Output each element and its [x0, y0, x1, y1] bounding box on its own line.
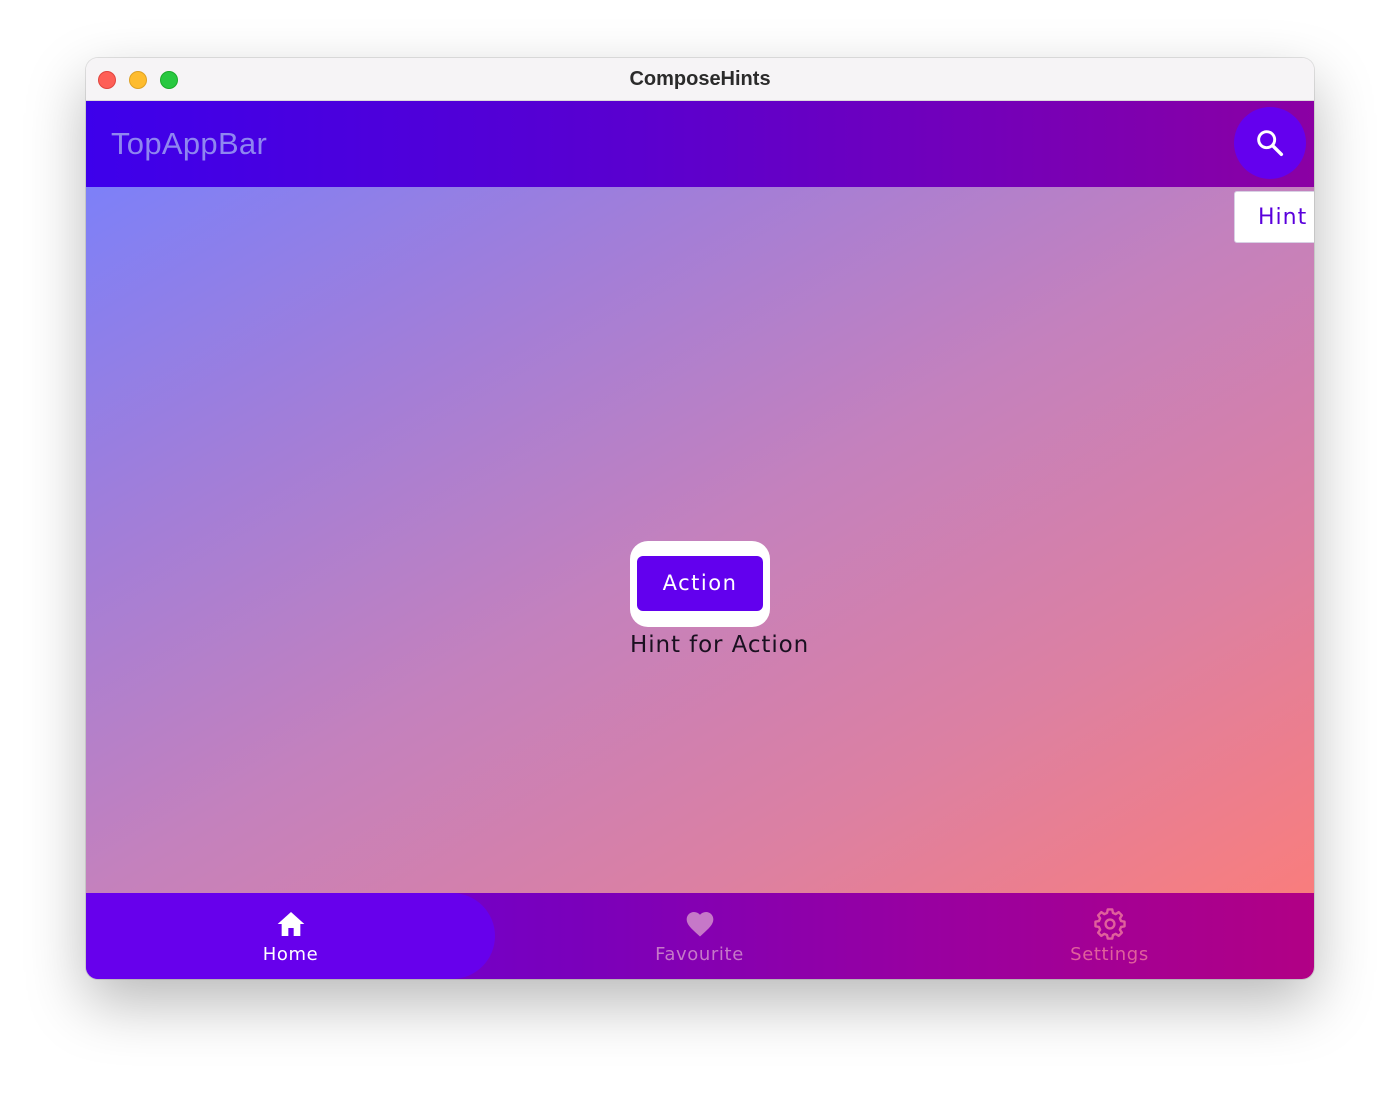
action-hint-text: Hint for Action	[630, 632, 810, 658]
nav-label-settings: Settings	[1070, 944, 1149, 965]
nav-item-settings[interactable]: Settings	[905, 893, 1314, 979]
gear-icon	[1093, 908, 1126, 940]
hint-popup: Hint	[1234, 191, 1314, 243]
bottom-navigation: Home Favourite Settings	[86, 893, 1314, 979]
nav-item-favourite[interactable]: Favourite	[495, 893, 904, 979]
action-button[interactable]: Action	[637, 556, 763, 611]
top-app-bar: TopAppBar	[86, 101, 1314, 187]
app-window: ComposeHints TopAppBar Hint Action Hint …	[86, 58, 1314, 979]
nav-item-home[interactable]: Home	[86, 893, 495, 979]
home-icon	[277, 912, 304, 936]
search-button[interactable]	[1234, 107, 1306, 179]
top-app-bar-title: TopAppBar	[111, 126, 268, 161]
nav-label-favourite: Favourite	[655, 944, 744, 965]
search-icon	[1257, 130, 1284, 157]
window-title: ComposeHints	[629, 68, 771, 90]
main-content: Hint Action Hint for Action	[86, 187, 1314, 893]
heart-icon	[686, 912, 713, 937]
action-highlight-frame: Action	[630, 541, 770, 627]
window-titlebar: ComposeHints	[86, 58, 1314, 101]
nav-label-home: Home	[262, 944, 319, 965]
